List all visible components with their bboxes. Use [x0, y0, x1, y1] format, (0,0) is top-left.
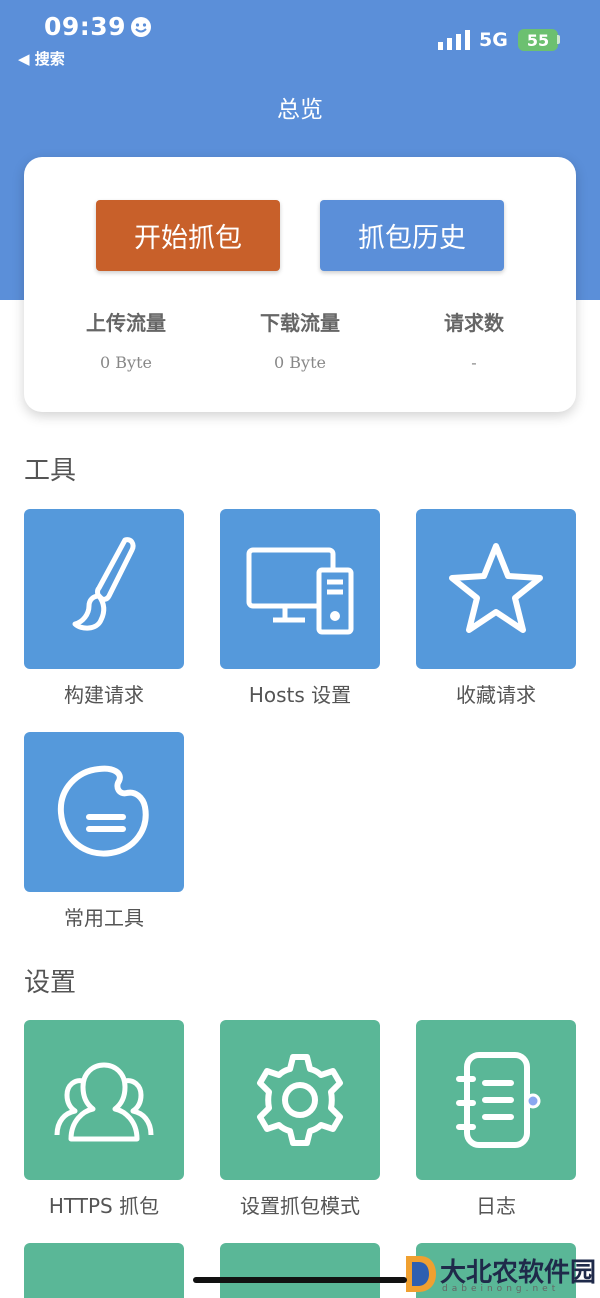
status-bar: 09:39 ◀ 搜索 5G 55	[0, 0, 600, 80]
request-count-stat: 请求数 -	[394, 307, 554, 372]
hosts-settings-tile[interactable]	[220, 509, 380, 669]
page-title: 总览	[277, 97, 323, 123]
stat-label: 下载流量	[260, 311, 340, 335]
watermark-logo-icon	[406, 1256, 436, 1292]
stat-label: 请求数	[444, 311, 504, 335]
palette-icon	[57, 765, 149, 857]
smiley-icon	[131, 17, 151, 37]
network-type: 5G	[479, 29, 508, 51]
status-time: 09:39	[44, 12, 127, 41]
stat-value: 0 Byte	[100, 353, 152, 372]
capture-mode-tile[interactable]	[220, 1020, 380, 1180]
tile-label: 收藏请求	[456, 683, 536, 707]
https-capture-tile[interactable]	[24, 1020, 184, 1180]
star-icon	[449, 543, 543, 633]
tile-label: 常用工具	[64, 906, 144, 930]
settings-tile-4[interactable]	[24, 1243, 184, 1298]
watermark: 大北农软件园 dabeinong.net	[404, 1248, 600, 1298]
upload-traffic-stat: 上传流量 0 Byte	[46, 307, 206, 372]
users-icon	[54, 1062, 154, 1142]
watermark-subtext: dabeinong.net	[442, 1284, 560, 1294]
tile-label: 设置抓包模式	[240, 1194, 360, 1218]
gear-icon	[257, 1054, 343, 1146]
capture-history-button[interactable]: 抓包历史	[320, 200, 504, 271]
stat-value: 0 Byte	[274, 353, 326, 372]
desktop-computer-icon	[246, 547, 354, 635]
settings-tile-5[interactable]	[220, 1243, 380, 1298]
common-tools-tile[interactable]	[24, 732, 184, 892]
favorite-requests-tile[interactable]	[416, 509, 576, 669]
start-capture-button[interactable]: 开始抓包	[96, 200, 280, 271]
stat-value: -	[471, 353, 477, 372]
settings-section-title: 设置	[24, 968, 77, 998]
paintbrush-icon	[72, 537, 136, 631]
build-request-tile[interactable]	[24, 509, 184, 669]
battery-level: 55	[526, 30, 550, 50]
tile-label: Hosts 设置	[248, 683, 352, 707]
log-tile[interactable]	[416, 1020, 576, 1180]
overview-card: 开始抓包 抓包历史 上传流量 0 Byte 下载流量 0 Byte 请求数 -	[24, 157, 576, 412]
tools-section-title: 工具	[24, 456, 77, 486]
download-traffic-stat: 下载流量 0 Byte	[220, 307, 380, 372]
battery-icon: 55	[518, 29, 558, 51]
notebook-icon	[456, 1052, 541, 1148]
home-indicator[interactable]	[193, 1277, 407, 1283]
tile-label: 构建请求	[64, 683, 144, 707]
tile-label: HTTPS 抓包	[48, 1194, 160, 1218]
cellular-signal-icon	[438, 30, 470, 50]
back-to-search-link[interactable]: ◀ 搜索	[18, 48, 65, 69]
stat-label: 上传流量	[86, 311, 166, 335]
tile-label: 日志	[476, 1194, 516, 1218]
battery-tip	[557, 35, 560, 44]
